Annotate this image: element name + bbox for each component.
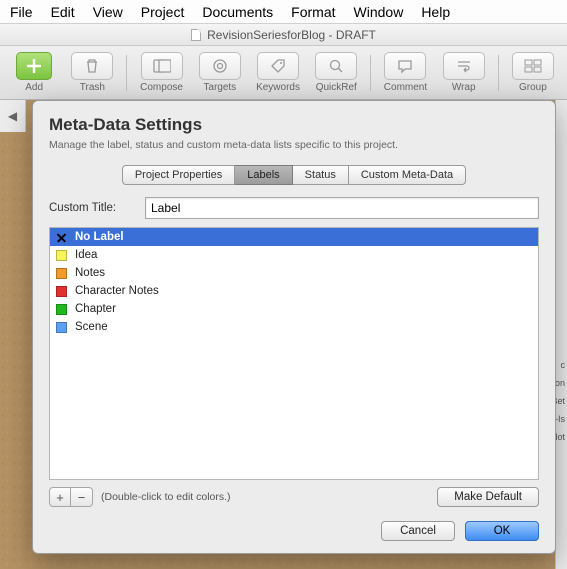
label-row[interactable]: Notes bbox=[50, 264, 538, 282]
inspector-text: on bbox=[555, 378, 565, 388]
menu-window[interactable]: Window bbox=[354, 4, 404, 20]
inspector-text: -Is bbox=[555, 414, 565, 424]
toolbar-add: Add bbox=[6, 52, 62, 93]
make-default-button[interactable]: Make Default bbox=[437, 487, 539, 507]
label-name: Character Notes bbox=[75, 285, 159, 297]
label-name: Scene bbox=[75, 321, 108, 333]
compose-icon bbox=[153, 58, 171, 74]
toolbar-separator bbox=[498, 55, 499, 91]
toolbar-label: Add bbox=[25, 82, 43, 93]
document-icon bbox=[191, 29, 201, 41]
toolbar-keywords: Keywords bbox=[250, 52, 306, 93]
toolbar-label: Wrap bbox=[452, 82, 476, 93]
color-swatch bbox=[56, 322, 67, 333]
targets-icon bbox=[212, 58, 228, 74]
add-label-button[interactable]: + bbox=[49, 487, 71, 507]
toolbar-label: Comment bbox=[384, 82, 427, 93]
label-name: Notes bbox=[75, 267, 105, 279]
add-button[interactable] bbox=[16, 52, 52, 80]
trash-icon bbox=[84, 58, 100, 74]
remove-label-button[interactable]: − bbox=[71, 487, 93, 507]
color-swatch bbox=[56, 268, 67, 279]
plus-icon bbox=[27, 59, 41, 73]
window-title: RevisionSeriesforBlog - DRAFT bbox=[207, 28, 376, 42]
tab-custom-meta-data[interactable]: Custom Meta-Data bbox=[349, 165, 466, 185]
color-swatch bbox=[56, 304, 67, 315]
label-row[interactable]: Scene bbox=[50, 318, 538, 336]
color-swatch bbox=[56, 286, 67, 297]
edit-colors-hint: (Double-click to edit colors.) bbox=[101, 491, 231, 503]
dialog-tabs: Project PropertiesLabelsStatusCustom Met… bbox=[49, 165, 539, 185]
toolbar-comment: Comment bbox=[377, 52, 433, 93]
nav-back-button[interactable]: ◀ bbox=[0, 100, 26, 132]
toolbar-label: Group bbox=[519, 82, 547, 93]
toolbar-wrap: Wrap bbox=[436, 52, 492, 93]
menu-help[interactable]: Help bbox=[421, 4, 450, 20]
tab-labels[interactable]: Labels bbox=[235, 165, 292, 185]
wrap-icon bbox=[456, 58, 472, 74]
menu-view[interactable]: View bbox=[93, 4, 123, 20]
compose-button[interactable] bbox=[141, 52, 183, 80]
toolbar-label: Keywords bbox=[256, 82, 300, 93]
cancel-button[interactable]: Cancel bbox=[381, 521, 455, 541]
label-name: No Label bbox=[75, 231, 124, 243]
label-name: Idea bbox=[75, 249, 97, 261]
keywords-button[interactable] bbox=[257, 52, 299, 80]
comment-icon bbox=[397, 58, 413, 74]
wrap-button[interactable] bbox=[443, 52, 485, 80]
tab-project-properties[interactable]: Project Properties bbox=[122, 165, 235, 185]
toolbar-compose: Compose bbox=[133, 52, 189, 93]
menu-format[interactable]: Format bbox=[291, 4, 335, 20]
quickref-button[interactable] bbox=[315, 52, 357, 80]
toolbar-separator bbox=[126, 55, 127, 91]
targets-button[interactable] bbox=[199, 52, 241, 80]
dialog-title: Meta-Data Settings bbox=[49, 115, 539, 135]
label-name: Chapter bbox=[75, 303, 116, 315]
group-button[interactable] bbox=[512, 52, 554, 80]
toolbar-separator bbox=[370, 55, 371, 91]
inspector-text: c bbox=[561, 360, 566, 370]
menu-documents[interactable]: Documents bbox=[202, 4, 273, 20]
custom-title-input[interactable] bbox=[145, 197, 539, 219]
color-swatch bbox=[56, 250, 67, 261]
toolbar-targets: Targets bbox=[192, 52, 248, 93]
toolbar-label: Compose bbox=[140, 82, 183, 93]
tab-status[interactable]: Status bbox=[293, 165, 349, 185]
label-row[interactable]: Idea bbox=[50, 246, 538, 264]
menu-file[interactable]: File bbox=[10, 4, 33, 20]
toolbar-quickref: QuickRef bbox=[308, 52, 364, 93]
group-icon bbox=[524, 58, 542, 74]
ok-button[interactable]: OK bbox=[465, 521, 539, 541]
label-row[interactable]: No Label bbox=[50, 228, 538, 246]
window-titlebar: RevisionSeriesforBlog - DRAFT bbox=[0, 24, 567, 46]
menu-edit[interactable]: Edit bbox=[51, 4, 75, 20]
toolbar-label: Targets bbox=[203, 82, 236, 93]
toolbar-label: Trash bbox=[80, 82, 105, 93]
no-color-icon bbox=[56, 232, 67, 243]
toolbar-trash: Trash bbox=[64, 52, 120, 93]
toolbar-label: QuickRef bbox=[316, 82, 357, 93]
meta-data-settings-dialog: Meta-Data Settings Manage the label, sta… bbox=[32, 100, 556, 554]
labels-list[interactable]: No Label Idea Notes Character Notes Chapter S… bbox=[49, 227, 539, 480]
keywords-icon bbox=[270, 58, 286, 74]
menubar: File Edit View Project Documents Format Window… bbox=[0, 0, 567, 24]
inspector-peek: conBet-IsNot bbox=[555, 100, 567, 569]
toolbar-group: Group bbox=[505, 52, 561, 93]
label-row[interactable]: Chapter bbox=[50, 300, 538, 318]
label-row[interactable]: Character Notes bbox=[50, 282, 538, 300]
custom-title-label: Custom Title: bbox=[49, 202, 135, 214]
comment-button[interactable] bbox=[384, 52, 426, 80]
dialog-subtitle: Manage the label, status and custom meta… bbox=[49, 139, 539, 151]
quickref-icon bbox=[328, 58, 344, 74]
menu-project[interactable]: Project bbox=[141, 4, 185, 20]
trash-button[interactable] bbox=[71, 52, 113, 80]
toolbar: Add Trash Compose Targets Keywords QuickRef Co… bbox=[0, 46, 567, 100]
